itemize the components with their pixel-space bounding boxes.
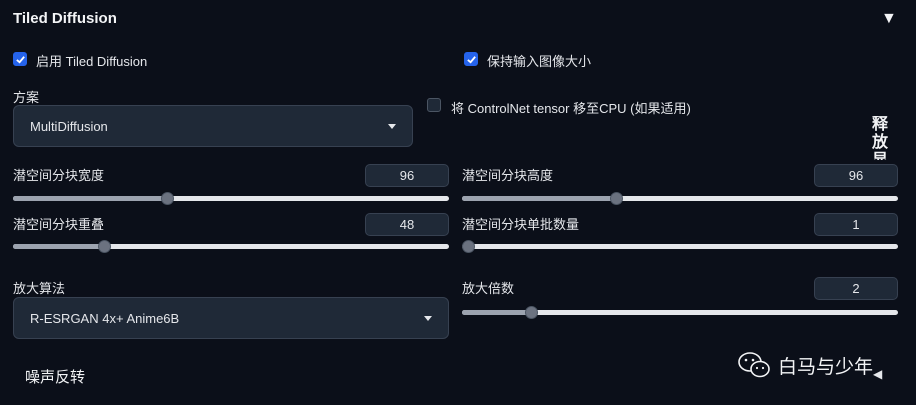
- keep-input-size-checkbox[interactable]: [464, 52, 478, 66]
- tile-height-label: 潜空间分块高度: [462, 168, 554, 183]
- collapse-triangle-icon[interactable]: ◀: [873, 367, 882, 381]
- tile-overlap-slider-thumb[interactable]: [97, 240, 111, 253]
- tile-batch-slider-thumb[interactable]: [462, 240, 475, 253]
- upscale-factor-input[interactable]: 2: [814, 277, 898, 300]
- move-controlnet-cpu-checkbox[interactable]: [427, 98, 441, 112]
- watermark-text: 白马与少年: [778, 357, 874, 378]
- upscale-factor-slider-thumb[interactable]: [525, 306, 539, 319]
- tile-width-slider-thumb[interactable]: [161, 192, 175, 205]
- dropdown-caret-icon: [424, 315, 432, 321]
- enable-tiled-diffusion-checkbox[interactable]: [13, 52, 27, 66]
- tile-overlap-input[interactable]: 48: [365, 213, 449, 236]
- tile-overlap-label: 潜空间分块重叠: [13, 217, 105, 232]
- dropdown-caret-icon: [388, 123, 396, 129]
- tile-width-slider[interactable]: [13, 196, 449, 201]
- tile-width-input[interactable]: 96: [365, 164, 449, 187]
- method-value: MultiDiffusion: [30, 118, 108, 134]
- tile-batch-slider[interactable]: [462, 244, 898, 249]
- method-label: 方案: [13, 90, 40, 105]
- tile-batch-input[interactable]: 1: [814, 213, 898, 236]
- upscaler-value: R-ESRGAN 4x+ Anime6B: [30, 310, 180, 326]
- free-vram-button[interactable]: 释放显: [872, 116, 890, 160]
- tile-overlap-slider[interactable]: [13, 244, 449, 249]
- tile-width-label: 潜空间分块宽度: [13, 168, 105, 183]
- upscaler-dropdown[interactable]: R-ESRGAN 4x+ Anime6B: [13, 297, 449, 339]
- upscaler-label: 放大算法: [13, 281, 66, 296]
- tile-batch-label: 潜空间分块单批数量: [462, 217, 580, 232]
- wechat-icon: [737, 351, 771, 379]
- method-dropdown[interactable]: MultiDiffusion: [13, 105, 413, 147]
- checkmark-icon: [466, 55, 476, 64]
- panel-title[interactable]: Tiled Diffusion: [13, 10, 117, 27]
- upscale-factor-label: 放大倍数: [462, 281, 515, 296]
- tile-height-input[interactable]: 96: [814, 164, 898, 187]
- collapse-triangle-icon[interactable]: ▼: [881, 10, 897, 28]
- checkmark-icon: [15, 55, 25, 64]
- tile-height-slider-thumb[interactable]: [610, 192, 624, 205]
- keep-input-size-label: 保持输入图像大小: [487, 54, 592, 69]
- noise-inversion-accordion[interactable]: 噪声反转: [25, 366, 85, 387]
- move-controlnet-cpu-label: 将 ControlNet tensor 移至CPU (如果适用): [451, 101, 691, 116]
- tile-height-slider[interactable]: [462, 196, 898, 201]
- enable-tiled-diffusion-label: 启用 Tiled Diffusion: [36, 54, 148, 69]
